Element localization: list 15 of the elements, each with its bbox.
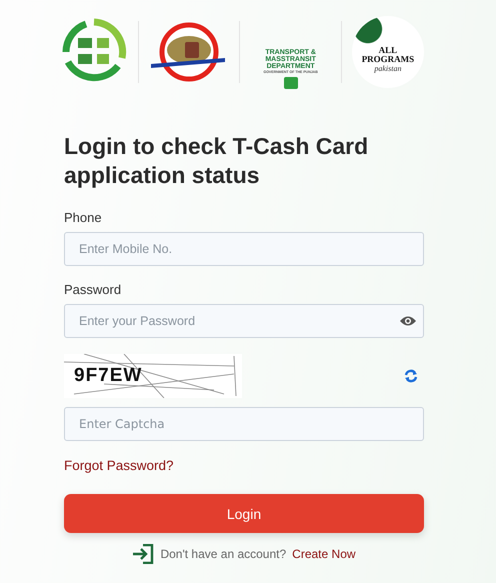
captcha-image: 9F7EW	[64, 354, 242, 398]
forgot-password-link[interactable]: Forgot Password?	[64, 458, 174, 473]
programs-logo: ALL PROGRAMS pakistan	[352, 16, 424, 88]
sign-in-icon	[132, 544, 154, 564]
eye-icon[interactable]	[400, 315, 416, 327]
captcha-field[interactable]: Enter Captcha	[64, 407, 424, 441]
field-label: Phone	[64, 210, 103, 225]
refresh-icon[interactable]	[404, 369, 418, 383]
create-now-link[interactable]: Create Now	[292, 547, 356, 561]
input-field[interactable]: Enter Mobile No.	[64, 232, 424, 266]
field-label: Password	[64, 282, 122, 297]
login-button[interactable]: Login	[64, 494, 424, 533]
signup-prompt: Don't have an account?	[160, 547, 286, 561]
input-field[interactable]: Enter your Password	[64, 304, 424, 338]
page-title: Login to check T-Cash Card application status	[64, 132, 370, 190]
